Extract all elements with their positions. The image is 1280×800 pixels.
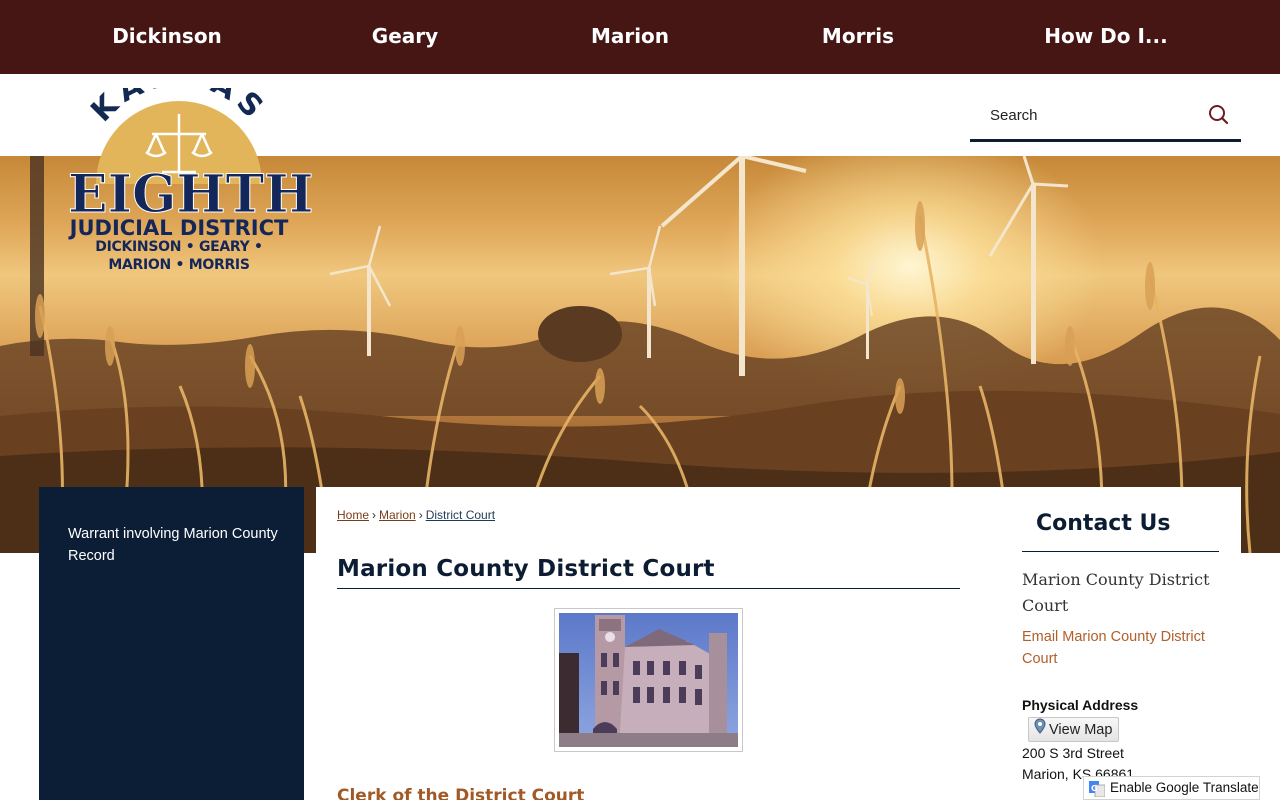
breadcrumb-district-court[interactable]: District Court — [426, 508, 495, 522]
svg-text:G: G — [1091, 784, 1098, 793]
page-title: Marion County District Court — [337, 556, 960, 589]
courthouse-image — [559, 613, 738, 747]
search-box — [970, 92, 1241, 142]
logo-main-text: EIGHTH — [68, 164, 314, 225]
google-translate-label: Enable Google Translate — [1110, 780, 1259, 795]
logo-sub-text: JUDICIAL DISTRICT — [69, 216, 289, 240]
site-logo[interactable]: KANSAS EIGHTH JUDICIAL DISTRICT DICKINSO… — [64, 88, 314, 273]
logo-counties-text: DICKINSON • GEARY • MARION • MORRIS — [95, 239, 263, 273]
contact-name: Marion County District Court — [1022, 570, 1210, 615]
breadcrumb-separator: › — [418, 508, 423, 522]
section-heading-clerk: Clerk of the District Court — [337, 786, 585, 800]
breadcrumb: Home › Marion › District Court — [337, 508, 495, 522]
courthouse-photo — [554, 608, 743, 752]
contact-divider — [1022, 551, 1219, 552]
address-line-1: 200 S 3rd Street — [1022, 745, 1124, 761]
sidebar-item-warrant[interactable]: Warrant involving Marion County Record — [68, 523, 288, 567]
google-translate-button[interactable]: G Enable Google Translate — [1083, 776, 1260, 800]
search-input[interactable] — [970, 92, 1200, 138]
contact-email-link[interactable]: Email Marion County District Court — [1022, 626, 1222, 670]
nav-item-how-do-i[interactable]: How Do I... — [1036, 0, 1176, 74]
breadcrumb-separator: › — [372, 508, 377, 522]
view-map-button[interactable]: View Map — [1028, 717, 1120, 742]
sidebar: Warrant involving Marion County Record — [39, 487, 304, 800]
view-map-label: View Map — [1049, 721, 1113, 738]
contact-title: Contact Us — [1036, 511, 1171, 536]
breadcrumb-home[interactable]: Home — [337, 508, 369, 522]
google-translate-icon: G — [1089, 781, 1106, 800]
search-icon[interactable] — [1206, 102, 1232, 128]
map-pin-icon — [1034, 718, 1046, 742]
nav-item-morris[interactable]: Morris — [798, 0, 918, 74]
nav-item-marion[interactable]: Marion — [570, 0, 690, 74]
top-navigation: Dickinson Geary Marion Morris How Do I..… — [0, 0, 1280, 74]
address-label: Physical Address — [1022, 697, 1139, 713]
nav-item-dickinson[interactable]: Dickinson — [97, 0, 237, 74]
nav-item-geary[interactable]: Geary — [345, 0, 465, 74]
breadcrumb-marion[interactable]: Marion — [379, 508, 416, 522]
